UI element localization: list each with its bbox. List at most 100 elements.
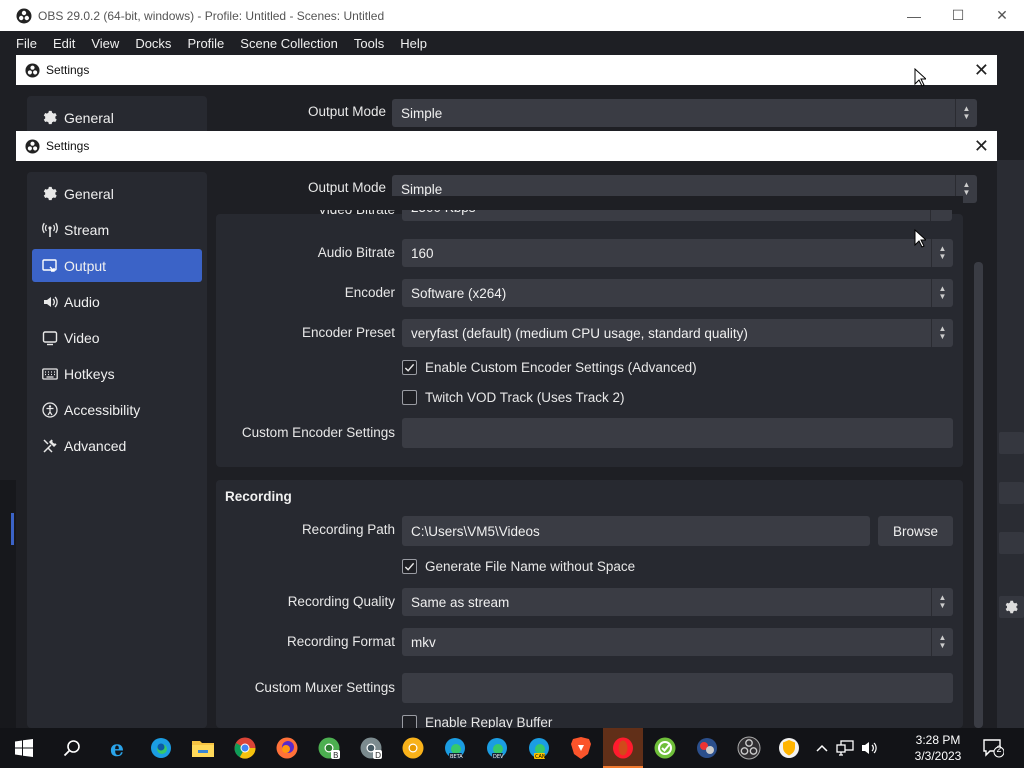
checkmark-icon <box>404 363 415 372</box>
windows-start-icon[interactable] <box>12 736 36 760</box>
obs-background-button[interactable] <box>999 432 1024 454</box>
settings-scrollbar[interactable] <box>974 262 983 728</box>
custom-encoder-settings-label: Custom Encoder Settings <box>241 425 395 440</box>
edge-dev-icon[interactable]: DEV <box>485 736 509 760</box>
browser-icon[interactable] <box>653 736 677 760</box>
replay-buffer-checkbox-label: Enable Replay Buffer <box>425 715 553 728</box>
recording-quality-select[interactable]: Same as stream ▲ ▼ <box>402 588 953 616</box>
recording-path-input[interactable]: C:\Users\VM5\Videos <box>402 516 870 546</box>
browse-button[interactable]: Browse <box>878 516 953 546</box>
sidebar-item-audio[interactable]: Audio <box>32 285 202 318</box>
output-mode-select[interactable]: Simple ▲ ▼ <box>392 99 977 127</box>
custom-muxer-settings-input[interactable] <box>402 673 953 703</box>
gen-filename-checkbox-row[interactable]: Generate File Name without Space <box>402 559 635 574</box>
close-icon[interactable]: ✕ <box>980 0 1024 31</box>
twitch-vod-checkbox[interactable] <box>402 390 417 405</box>
sidebar-item-label: Advanced <box>64 437 127 454</box>
menu-docks[interactable]: Docks <box>127 36 179 51</box>
minimize-icon[interactable]: — <box>892 0 936 31</box>
menu-profile[interactable]: Profile <box>179 36 232 51</box>
menu-edit[interactable]: Edit <box>45 36 83 51</box>
chevron-updown-icon: ▲ ▼ <box>931 239 953 267</box>
audio-bitrate-value: 160 <box>411 245 434 261</box>
sidebar-item-output[interactable]: Output <box>32 249 202 282</box>
vm-icon[interactable] <box>695 736 719 760</box>
menu-view[interactable]: View <box>83 36 127 51</box>
maximize-icon[interactable]: ☐ <box>936 0 980 31</box>
opera-icon[interactable] <box>611 736 635 760</box>
output-mode-label: Output Mode <box>307 104 386 119</box>
custom-encoder-settings-input[interactable] <box>402 418 953 448</box>
sidebar-item-general[interactable]: General <box>32 177 202 210</box>
custom-encoder-checkbox[interactable] <box>402 360 417 375</box>
mouse-cursor-icon <box>914 229 926 248</box>
notification-center-icon[interactable]: 2 <box>981 736 1005 760</box>
obs-title-bar: OBS 29.0.2 (64-bit, windows) - Profile: … <box>0 0 1024 31</box>
firefox-icon[interactable] <box>275 736 299 760</box>
network-icon[interactable] <box>835 736 855 760</box>
tools-icon <box>41 437 58 454</box>
sidebar-item-label: Audio <box>64 293 100 310</box>
edge-beta-icon[interactable]: BETA <box>443 736 467 760</box>
search-icon[interactable] <box>60 736 84 760</box>
menu-help[interactable]: Help <box>392 36 435 51</box>
obs-background-gear-button[interactable] <box>999 596 1024 618</box>
sidebar-item-advanced[interactable]: Advanced <box>32 429 202 462</box>
svg-text:D: D <box>375 751 381 760</box>
volume-icon[interactable] <box>860 736 880 760</box>
ie-icon[interactable]: e <box>107 736 131 760</box>
encoder-preset-select[interactable]: veryfast (default) (medium CPU usage, st… <box>402 319 953 347</box>
output-mode-value: Simple <box>401 181 443 197</box>
chrome-dev-icon[interactable]: D <box>359 736 383 760</box>
chevron-updown-icon: ▲ ▼ <box>931 279 953 307</box>
sidebar-item-general[interactable]: General <box>32 101 202 134</box>
vpn-icon[interactable] <box>777 736 801 760</box>
sidebar-item-video[interactable]: Video <box>32 321 202 354</box>
chevron-up-icon[interactable] <box>813 736 831 760</box>
output-mode-value: Simple <box>401 105 443 121</box>
menu-tools[interactable]: Tools <box>346 36 392 51</box>
recording-format-label: Recording Format <box>286 634 395 649</box>
audio-bitrate-label: Audio Bitrate <box>317 245 395 260</box>
replay-buffer-checkbox-row[interactable]: Enable Replay Buffer <box>402 715 552 728</box>
menu-scene-collection[interactable]: Scene Collection <box>232 36 346 51</box>
replay-buffer-checkbox[interactable] <box>402 715 417 728</box>
encoder-select[interactable]: Software (x264) ▲ ▼ <box>402 279 953 307</box>
sidebar-item-stream[interactable]: Stream <box>32 213 202 246</box>
gen-filename-checkbox[interactable] <box>402 559 417 574</box>
chrome-canary-icon[interactable] <box>401 736 425 760</box>
chrome-beta-icon[interactable]: B <box>317 736 341 760</box>
sidebar-item-label: Video <box>64 329 100 346</box>
recording-quality-label: Recording Quality <box>287 594 395 609</box>
system-clock[interactable]: 3:28 PM 3/3/2023 <box>905 732 971 764</box>
custom-encoder-checkbox-label: Enable Custom Encoder Settings (Advanced… <box>425 360 697 375</box>
audio-bitrate-select[interactable]: 160 ▲ ▼ <box>402 239 953 267</box>
obs-background-right <box>997 160 1024 728</box>
twitch-vod-checkbox-row[interactable]: Twitch VOD Track (Uses Track 2) <box>402 390 625 405</box>
obs-icon[interactable] <box>737 736 761 760</box>
clock-time: 3:28 PM <box>915 733 961 747</box>
brave-icon[interactable] <box>569 736 593 760</box>
chevron-updown-icon: ▲ ▼ <box>931 319 953 347</box>
svg-text:e: e <box>110 736 124 760</box>
encoder-label: Encoder <box>344 285 395 300</box>
edge-icon[interactable] <box>149 736 173 760</box>
streaming-panel-top-gap <box>216 196 963 210</box>
custom-encoder-checkbox-row[interactable]: Enable Custom Encoder Settings (Advanced… <box>402 360 697 375</box>
obs-background-button[interactable] <box>999 532 1024 554</box>
chrome-icon[interactable] <box>233 736 257 760</box>
encoder-value: Software (x264) <box>411 285 507 301</box>
sidebar-item-hotkeys[interactable]: Hotkeys <box>32 357 202 390</box>
menu-file[interactable]: File <box>8 36 45 51</box>
close-icon[interactable]: ✕ <box>974 137 989 155</box>
svg-text:B: B <box>333 751 339 760</box>
keyboard-icon <box>41 365 58 382</box>
edge-canary-icon[interactable]: CAN <box>527 736 551 760</box>
sidebar-item-accessibility[interactable]: Accessibility <box>32 393 202 426</box>
obs-logo-icon <box>16 8 32 23</box>
close-icon[interactable]: ✕ <box>974 61 989 79</box>
file-explorer-icon[interactable] <box>191 736 215 760</box>
settings-dialog-title: Settings <box>46 139 90 153</box>
recording-format-select[interactable]: mkv ▲ ▼ <box>402 628 953 656</box>
obs-background-button[interactable] <box>999 482 1024 504</box>
